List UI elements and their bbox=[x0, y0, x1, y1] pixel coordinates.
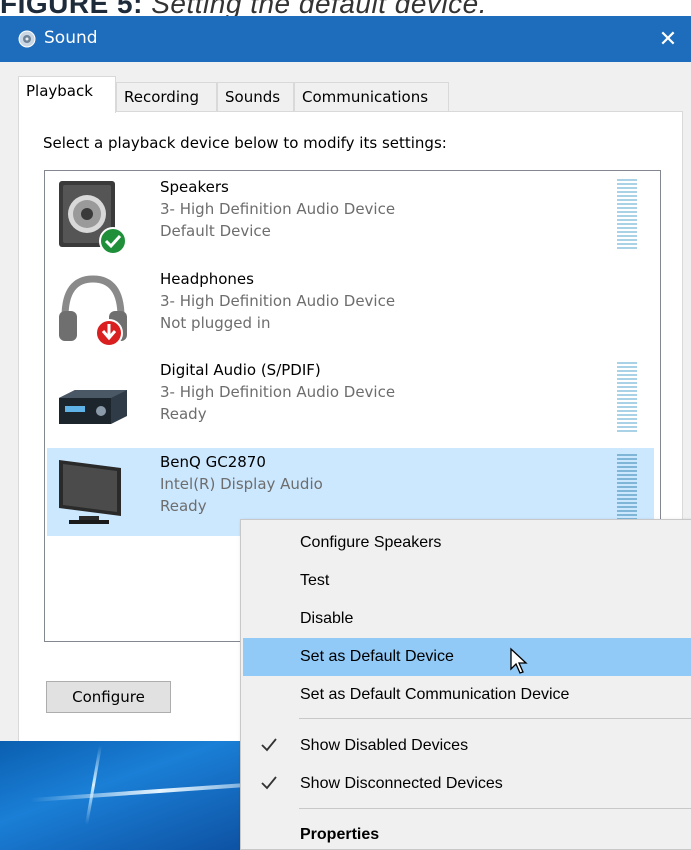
unplugged-arrow-badge bbox=[95, 319, 123, 347]
tab-communications[interactable]: Communications bbox=[294, 82, 449, 112]
desktop-wallpaper bbox=[0, 741, 260, 850]
checkmark-icon bbox=[261, 776, 277, 790]
device-status: Ready bbox=[160, 497, 207, 515]
headphones-icon bbox=[59, 275, 127, 347]
device-status: Ready bbox=[160, 405, 207, 423]
device-name: BenQ GC2870 bbox=[160, 453, 266, 471]
menu-item-label: Show Disconnected Devices bbox=[300, 775, 503, 792]
tab-sounds[interactable]: Sounds bbox=[217, 82, 294, 112]
receiver-icon bbox=[59, 390, 127, 424]
mouse-pointer-icon bbox=[510, 647, 528, 674]
wallpaper-light-beam bbox=[30, 779, 260, 803]
menu-item-label: Set as Default Device bbox=[300, 648, 454, 665]
tab-recording[interactable]: Recording bbox=[116, 82, 217, 112]
tab-playback[interactable]: Playback bbox=[18, 76, 116, 113]
device-driver: 3- High Definition Audio Device bbox=[160, 383, 396, 401]
menu-separator bbox=[299, 808, 691, 809]
wallpaper-light-beam bbox=[85, 745, 102, 825]
device-driver: 3- High Definition Audio Device bbox=[160, 292, 396, 310]
menu-item-show-disconnected[interactable]: Show Disconnected Devices bbox=[243, 765, 691, 803]
device-driver: 3- High Definition Audio Device bbox=[160, 200, 396, 218]
menu-item-label: Properties bbox=[300, 826, 380, 843]
close-button[interactable]: ✕ bbox=[645, 16, 691, 62]
menu-item-disable[interactable]: Disable bbox=[243, 600, 691, 638]
device-row-speakers[interactable]: Speakers 3- High Definition Audio Device… bbox=[47, 173, 654, 261]
device-name: Speakers bbox=[160, 178, 229, 196]
close-icon: ✕ bbox=[658, 26, 678, 52]
speaker-icon bbox=[59, 181, 127, 255]
device-driver: Intel(R) Display Audio bbox=[160, 475, 323, 493]
sound-app-icon bbox=[18, 30, 36, 48]
device-status: Default Device bbox=[160, 222, 271, 240]
menu-item-show-disabled[interactable]: Show Disabled Devices bbox=[243, 727, 691, 765]
volume-meter bbox=[617, 454, 637, 524]
menu-item-configure-speakers[interactable]: Configure Speakers bbox=[243, 524, 691, 562]
menu-item-label: Configure Speakers bbox=[300, 534, 442, 551]
title-bar[interactable]: Sound ✕ bbox=[0, 16, 691, 62]
instruction-text: Select a playback device below to modify… bbox=[43, 134, 447, 152]
volume-meter bbox=[617, 362, 637, 432]
menu-item-label: Set as Default Communication Device bbox=[300, 686, 570, 703]
configure-button[interactable]: Configure bbox=[46, 681, 171, 713]
device-status: Not plugged in bbox=[160, 314, 271, 332]
checkmark-icon bbox=[261, 738, 277, 752]
window-title: Sound bbox=[44, 28, 98, 48]
default-check-badge bbox=[99, 227, 127, 255]
device-row-headphones[interactable]: Headphones 3- High Definition Audio Devi… bbox=[47, 265, 654, 353]
menu-separator bbox=[299, 718, 691, 719]
menu-item-properties[interactable]: Properties bbox=[243, 816, 691, 850]
figure-caption: FIGURE 5: Setting the default device. bbox=[0, 0, 487, 19]
menu-item-set-default-device[interactable]: Set as Default Device bbox=[243, 638, 691, 676]
menu-item-test[interactable]: Test bbox=[243, 562, 691, 600]
menu-item-label: Show Disabled Devices bbox=[300, 737, 469, 754]
monitor-icon bbox=[59, 460, 121, 524]
menu-item-set-default-communication[interactable]: Set as Default Communication Device bbox=[243, 676, 691, 714]
context-menu: Configure Speakers Test Disable Set as D… bbox=[240, 519, 691, 850]
device-name: Headphones bbox=[160, 270, 254, 288]
menu-item-label: Disable bbox=[300, 610, 354, 627]
volume-meter bbox=[617, 179, 637, 249]
menu-item-label: Test bbox=[300, 572, 330, 589]
device-name: Digital Audio (S/PDIF) bbox=[160, 361, 321, 379]
device-row-digital-audio[interactable]: Digital Audio (S/PDIF) 3- High Definitio… bbox=[47, 356, 654, 444]
